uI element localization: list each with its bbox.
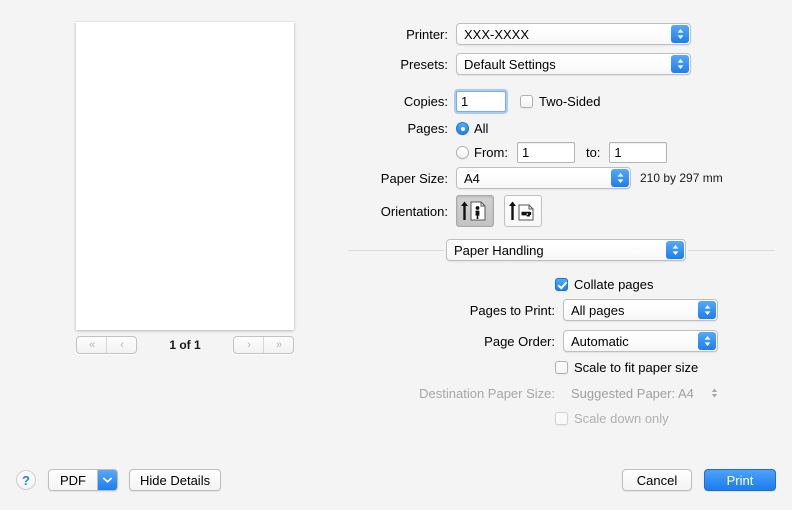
printer-row: Printer: XXX-XXXX [340,23,700,45]
scale-down-only-row: Scale down only [340,411,740,426]
pdf-button[interactable]: PDF [48,469,118,491]
pages-to-value: 1 [614,145,622,160]
pages-to-label: to: [585,145,601,160]
paper-dimensions: 210 by 297 mm [640,171,723,185]
orientation-landscape-button[interactable] [504,195,542,227]
pages-label: Pages: [407,121,448,136]
page-preview-image [76,22,294,330]
page-order-select[interactable]: Automatic [563,330,718,352]
scale-down-only-checkbox: Scale down only [555,411,669,426]
chevron-updown-icon [698,301,716,319]
pdf-button-label: PDF [60,472,86,488]
pages-to-print-row: Pages to Print: All pages [340,299,740,321]
collate-pages-checkbox[interactable]: Collate pages [555,277,654,292]
pages-range-row: From: 1 to: 1 [340,142,700,163]
orientation-label: Orientation: [380,203,448,219]
orientation-portrait-button[interactable] [456,195,494,227]
last-page-button[interactable]: » [263,337,293,353]
presets-value: Default Settings [464,56,556,72]
printer-label: Printer: [406,26,448,42]
pages-from-value: 1 [521,145,530,160]
copies-input[interactable]: 1 [456,91,506,112]
two-sided-label: Two-Sided [539,94,601,109]
page-order-row: Page Order: Automatic [340,330,740,352]
dialog-bottom-bar: ? PDF Hide Details Cancel Print [0,455,792,510]
next-page-button[interactable]: › [234,337,263,353]
divider-left [348,250,444,251]
copies-label: Copies: [403,94,448,109]
paper-size-value: A4 [464,170,480,186]
presets-label: Presets: [400,56,448,72]
scale-to-fit-checkbox[interactable]: Scale to fit paper size [555,360,698,375]
destination-paper-size-label: Destination Paper Size: [419,385,555,401]
pages-to-print-label: Pages to Print: [469,302,555,318]
pages-from-radio[interactable]: From: [456,145,508,160]
pages-to-print-value: All pages [571,302,625,318]
pages-from-label: From: [474,145,508,160]
orientation-row: Orientation: [340,195,700,227]
pages-to-input[interactable]: 1 [609,142,668,163]
destination-paper-size-select: Suggested Paper: A4 [563,382,723,404]
bottom-left-group: ? PDF Hide Details [16,469,222,491]
collate-row: Collate pages [340,277,740,292]
destination-paper-size-value: Suggested Paper: A4 [571,385,694,401]
copies-value: 1 [461,94,469,109]
presets-row: Presets: Default Settings [340,53,700,75]
landscape-icon [509,201,534,221]
scale-down-only-label: Scale down only [574,411,669,426]
portrait-icon [461,201,486,221]
hide-details-button[interactable]: Hide Details [129,469,222,491]
destination-paper-size-row: Destination Paper Size: Suggested Paper:… [340,382,740,404]
chevron-updown-icon [671,25,689,43]
scale-to-fit-label: Scale to fit paper size [574,360,699,375]
printer-value: XXX-XXXX [464,26,530,42]
pane-selector-value: Paper Handling [454,242,544,258]
previous-page-button[interactable]: ‹ [106,337,136,353]
help-button[interactable]: ? [16,470,36,490]
presets-select[interactable]: Default Settings [456,53,691,75]
radio-circle [456,122,469,135]
nav-group-backward: « ‹ [76,336,137,354]
scale-to-fit-row: Scale to fit paper size [340,360,740,375]
copies-row: Copies: 1 Two-Sided [340,91,700,112]
print-preview-pane: « ‹ 1 of 1 › » [0,0,340,455]
two-sided-checkbox[interactable]: Two-Sided [520,94,600,109]
print-button[interactable]: Print [704,469,776,491]
first-page-button[interactable]: « [77,337,106,353]
cancel-button[interactable]: Cancel [622,469,692,491]
nav-group-forward: › » [233,336,294,354]
chevron-updown-icon [698,332,716,350]
checkbox-box [555,361,568,374]
pages-all-row: Pages: All [340,121,700,136]
chevron-updown-icon [671,55,689,73]
pane-selector[interactable]: Paper Handling [446,239,686,261]
pages-from-input[interactable]: 1 [516,142,575,163]
page-order-label: Page Order: [484,333,555,349]
paper-size-label: Paper Size: [380,170,448,186]
chevron-updown-icon [707,384,721,402]
page-counter: 1 of 1 [169,338,201,352]
chevron-down-icon[interactable] [97,470,117,490]
paper-size-select[interactable]: A4 [456,167,631,189]
checkbox-box [520,95,533,108]
paper-size-row: Paper Size: A4 210 by 297 mm [340,167,770,189]
pages-all-radio[interactable]: All [456,121,488,136]
divider-right [688,250,775,251]
collate-pages-label: Collate pages [574,277,654,292]
preview-navigation: « ‹ 1 of 1 › » [76,336,294,354]
printer-select[interactable]: XXX-XXXX [456,23,691,45]
checkbox-box [555,412,568,425]
bottom-right-group: Cancel Print [622,469,776,491]
chevron-updown-icon [611,169,629,187]
radio-circle [456,146,469,159]
pages-to-print-select[interactable]: All pages [563,299,718,321]
pages-all-label: All [474,121,489,136]
print-settings-pane: Printer: XXX-XXXX Presets: Default Setti… [340,0,792,455]
chevron-updown-icon [666,241,684,259]
checkbox-box [555,278,568,291]
page-order-value: Automatic [571,333,629,349]
